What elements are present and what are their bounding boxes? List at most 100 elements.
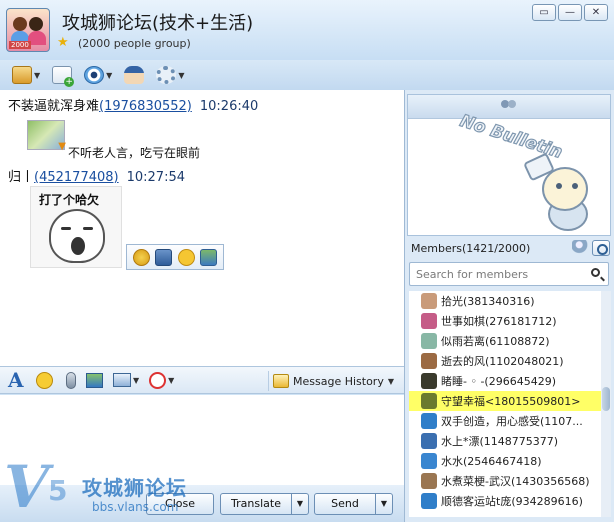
close-window-button[interactable]: ✕ [584, 4, 608, 21]
screenshot-button[interactable]: ▼ [113, 373, 139, 387]
member-row[interactable]: 双手创造，用心感受(1107... [409, 411, 601, 431]
message-history-button[interactable]: Message History ▼ [268, 371, 394, 391]
member-row[interactable]: 守望幸福<18015509801> [409, 391, 601, 411]
settings-button[interactable]: ▼ [154, 63, 186, 87]
share-files-button[interactable]: ▼ [10, 63, 42, 87]
folder-share-icon [12, 66, 32, 84]
bulletin-board: No Bulletin [407, 94, 611, 236]
member-avatar [421, 373, 437, 389]
member-list-scrollbar[interactable] [601, 291, 611, 517]
member-avatar [421, 293, 437, 309]
member-row[interactable]: 睹睡- ◦ -(296645429) [409, 371, 601, 391]
member-row[interactable]: 世事如棋(276181712) [409, 311, 601, 331]
sender-name[interactable]: 不装逼就浑身难 [8, 99, 99, 114]
font-icon[interactable]: A [8, 370, 26, 390]
member-name: 拾光(381340316) [441, 295, 535, 308]
mascot-head [542, 167, 588, 211]
member-name: 水煮菜梗-武汉(1430356568) [441, 475, 590, 488]
restore-button[interactable]: ▭ [532, 4, 556, 21]
image-icon[interactable] [86, 372, 103, 388]
message-input[interactable] [0, 395, 404, 485]
image-tools [126, 244, 224, 270]
chevron-down-icon: ▼ [106, 70, 113, 80]
chat-history[interactable]: 不装逼就浑身难(1976830552)10:26:40 不听老人言，吃亏在眼前 … [0, 90, 404, 366]
view-image-icon[interactable] [200, 248, 218, 266]
member-avatar [421, 353, 437, 369]
sender-qq-link[interactable]: (452177408) [34, 170, 119, 185]
yawning-face [49, 209, 105, 263]
chevron-down-icon: ▼ [168, 375, 175, 385]
input-toolbar: A ▼ ▼ Message History ▼ [0, 366, 404, 394]
message-time: 10:26:40 [199, 99, 259, 114]
settings-gear-icon [156, 66, 177, 84]
member-name: 水水(2546467418) [441, 455, 542, 468]
sender-name[interactable]: 归丨 [8, 170, 34, 185]
emoji-icon[interactable] [177, 248, 195, 266]
sticker-image[interactable]: 打了个哈欠 [30, 186, 122, 268]
message-text: 不听老人言，吃亏在眼前 [68, 146, 201, 160]
avatar-tag: 2000 [9, 41, 31, 49]
add-member-icon[interactable] [572, 240, 590, 256]
microphone-icon[interactable] [66, 371, 76, 389]
group-avatar[interactable]: 2000 [6, 8, 50, 52]
member-row[interactable]: 顺德客运站t庞(934289616) [409, 491, 601, 511]
smile-icon[interactable] [36, 371, 53, 389]
member-row[interactable]: 似雨若离(61108872) [409, 331, 601, 351]
member-search [409, 262, 609, 286]
video-button[interactable]: ▼ [82, 63, 114, 87]
chevron-down-icon: ▼ [133, 375, 140, 385]
send-button[interactable]: Send [314, 493, 376, 515]
people-icon [500, 99, 518, 114]
translate-options-button[interactable]: ▼ [291, 493, 309, 515]
window-controls: ▭ — ✕ [532, 4, 608, 21]
member-avatar [421, 413, 437, 429]
history-icon [273, 374, 289, 388]
member-avatar [421, 493, 437, 509]
member-row[interactable]: 水煮菜梗-武汉(1430356568) [409, 471, 601, 491]
screenshot-icon [113, 373, 131, 387]
sender-qq-link[interactable]: (1976830552) [99, 99, 192, 114]
send-options-button[interactable]: ▼ [375, 493, 393, 515]
admin-button[interactable] [122, 63, 146, 87]
face-eye-left [61, 227, 71, 230]
member-row[interactable]: 水上*漂(1148775377) [409, 431, 601, 451]
member-avatar [421, 393, 437, 409]
message-header: 不装逼就浑身难(1976830552) 10:26:40 [8, 95, 258, 114]
member-avatar [421, 433, 437, 449]
member-name: 守望幸福<18015509801> [441, 395, 581, 408]
block-button[interactable]: ▼ [149, 371, 175, 389]
member-name: 睹睡- ◦ -(296645429) [441, 375, 556, 388]
search-icon[interactable] [591, 268, 600, 277]
member-name: 似雨若离(61108872) [441, 335, 550, 348]
sticker-caption: 打了个哈欠 [39, 193, 100, 207]
camera-eye-icon [84, 66, 105, 84]
mascot-eye [556, 183, 562, 189]
group-toolbar: ▼ ▼ ▼ [0, 60, 614, 90]
chevron-down-icon: ▼ [387, 376, 394, 386]
mascot-illustration [522, 152, 600, 235]
close-button[interactable]: Close [146, 493, 214, 515]
member-list[interactable]: 拾光(381340316) 世事如棋(276181712) 似雨若离(6110887… [409, 291, 601, 517]
avatar-person-right [29, 17, 43, 31]
add-to-favorites-icon[interactable] [132, 248, 150, 266]
face-mouth [71, 237, 85, 255]
search-members-icon[interactable] [592, 240, 610, 256]
title-bar: 2000 攻城狮论坛(技术+生活) ★ (2000 people group) … [0, 0, 614, 60]
new-note-icon [52, 66, 75, 87]
new-note-button[interactable] [50, 63, 75, 87]
member-search-input[interactable] [416, 266, 580, 282]
save-image-icon[interactable] [155, 248, 173, 266]
member-name: 逝去的风(1102048021) [441, 355, 564, 368]
translate-button[interactable]: Translate [220, 493, 292, 515]
member-row[interactable]: 逝去的风(1102048021) [409, 351, 601, 371]
admin-icon [124, 66, 145, 84]
scrollbar-thumb[interactable] [602, 387, 610, 411]
image-thumbnail[interactable] [27, 120, 66, 152]
bulletin-header [408, 95, 610, 119]
member-row[interactable]: 拾光(381340316) [409, 291, 601, 311]
member-name: 双手创造，用心感受(1107... [441, 415, 583, 428]
member-row[interactable]: 水水(2546467418) [409, 451, 601, 471]
group-name: 攻城狮论坛(技术+生活) [62, 13, 254, 34]
minimize-button[interactable]: — [558, 4, 582, 21]
history-label: Message History [293, 374, 384, 388]
